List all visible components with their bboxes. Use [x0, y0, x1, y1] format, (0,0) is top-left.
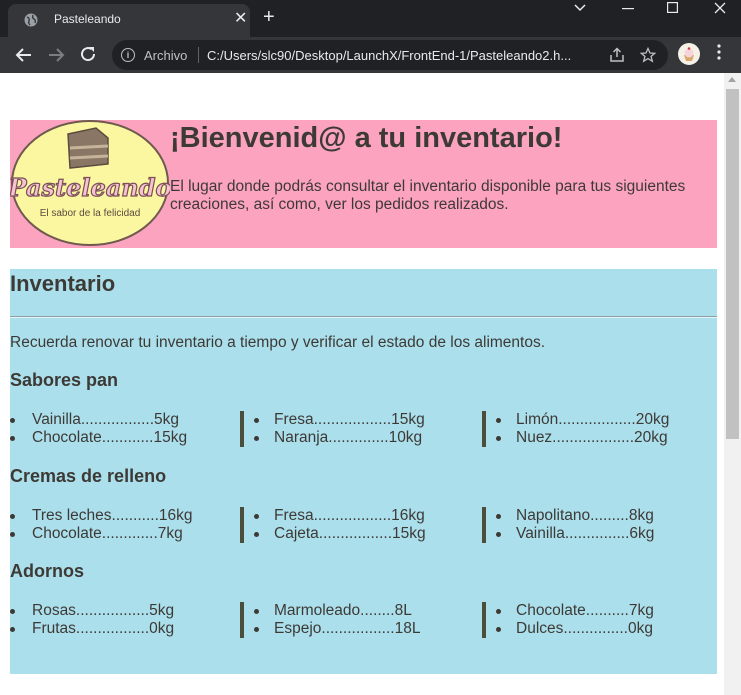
inventory-title: Inventario — [10, 271, 116, 296]
list-item: Vainilla.................5kg — [10, 411, 250, 429]
item-column: Fresa..................15kg Naranja.....… — [240, 411, 484, 447]
list-item: Marmoleado........8L — [244, 602, 484, 620]
tab-close-icon[interactable]: ✕ — [234, 11, 247, 27]
list-item: Chocolate............15kg — [10, 429, 250, 447]
browser-tab[interactable]: Pasteleando ✕ — [8, 4, 250, 37]
cupcake-icon — [684, 47, 694, 61]
header-description: El lugar donde podrás consultar el inven… — [170, 178, 686, 213]
list-item: Vainilla...............6kg — [486, 525, 716, 543]
page-viewport: Pasteleando El sabor de la felicidad ¡Bi… — [0, 73, 741, 695]
address-bar[interactable]: i Archivo C:/Users/slc90/Desktop/LaunchX… — [112, 40, 668, 70]
tab-title: Pasteleando — [54, 12, 121, 26]
maximize-icon[interactable] — [667, 2, 678, 13]
inventory-section: Inventario Recuerda renovar tu inventari… — [10, 269, 717, 674]
item-column: Napolitano.........8kg Vainilla.........… — [482, 507, 716, 543]
list-item: Nuez...................20kg — [486, 429, 716, 447]
browser-menu-icon[interactable] — [714, 44, 724, 60]
url-text[interactable]: C:/Users/slc90/Desktop/LaunchX/FrontEnd-… — [207, 48, 571, 63]
minimize-icon[interactable] — [622, 8, 634, 10]
list-item: Rosas.................5kg — [10, 602, 250, 620]
tab-strip: Pasteleando ✕ + — [0, 0, 741, 37]
back-icon[interactable] — [15, 46, 33, 64]
bookmark-star-icon[interactable] — [640, 47, 656, 63]
section-divider — [10, 316, 717, 318]
category-title: Cremas de relleno — [10, 466, 167, 486]
item-column: Chocolate..........7kg Dulces...........… — [482, 602, 716, 638]
close-window-icon[interactable] — [714, 2, 726, 14]
share-icon[interactable] — [609, 47, 625, 63]
inventory-note: Recuerda renovar tu inventario a tiempo … — [10, 334, 546, 351]
category-title: Sabores pan — [10, 370, 119, 390]
new-tab-button[interactable]: + — [263, 7, 275, 27]
item-column: Marmoleado........8L Espejo.............… — [240, 602, 484, 638]
list-item: Chocolate.............7kg — [10, 525, 250, 543]
list-item: Napolitano.........8kg — [486, 507, 716, 525]
forward-icon[interactable] — [47, 46, 65, 64]
svg-text:El sabor de la felicidad: El sabor de la felicidad — [40, 208, 141, 219]
list-item: Limón..................20kg — [486, 411, 716, 429]
list-item: Naranja..............10kg — [244, 429, 484, 447]
category-title: Adornos — [10, 561, 84, 581]
item-column: Fresa..................16kg Cajeta......… — [240, 507, 484, 543]
info-icon[interactable]: i — [121, 48, 135, 62]
reload-icon[interactable] — [79, 45, 97, 63]
list-item: Espejo.................18L — [244, 620, 484, 638]
tab-search-chevron-icon[interactable] — [574, 4, 586, 12]
page-header: Pasteleando El sabor de la felicidad ¡Bi… — [10, 120, 717, 248]
page-title: ¡Bienvenid@ a tu inventario! — [170, 122, 563, 154]
svg-text:Pasteleando: Pasteleando — [10, 173, 170, 202]
omnibox-separator — [198, 47, 199, 63]
scrollbar-thumb[interactable] — [726, 89, 739, 439]
item-column: Vainilla.................5kg Chocolate..… — [10, 411, 250, 447]
vertical-scrollbar[interactable] — [724, 73, 741, 695]
list-item: Dulces...............0kg — [486, 620, 716, 638]
list-item: Tres leches...........16kg — [10, 507, 250, 525]
globe-icon — [24, 13, 38, 27]
browser-toolbar: i Archivo C:/Users/slc90/Desktop/LaunchX… — [0, 37, 741, 73]
scroll-up-arrow-icon[interactable] — [728, 77, 736, 82]
profile-avatar[interactable] — [678, 43, 700, 65]
list-item: Frutas.................0kg — [10, 620, 250, 638]
item-column: Limón..................20kg Nuez........… — [482, 411, 716, 447]
file-scheme-label: Archivo — [144, 48, 188, 63]
list-item: Chocolate..........7kg — [486, 602, 716, 620]
list-item: Fresa..................15kg — [244, 411, 484, 429]
list-item: Cajeta.................15kg — [244, 525, 484, 543]
item-column: Rosas.................5kg Frutas........… — [10, 602, 250, 638]
list-item: Fresa..................16kg — [244, 507, 484, 525]
item-column: Tres leches...........16kg Chocolate....… — [10, 507, 250, 543]
pasteleando-logo: Pasteleando El sabor de la felicidad — [10, 120, 170, 246]
